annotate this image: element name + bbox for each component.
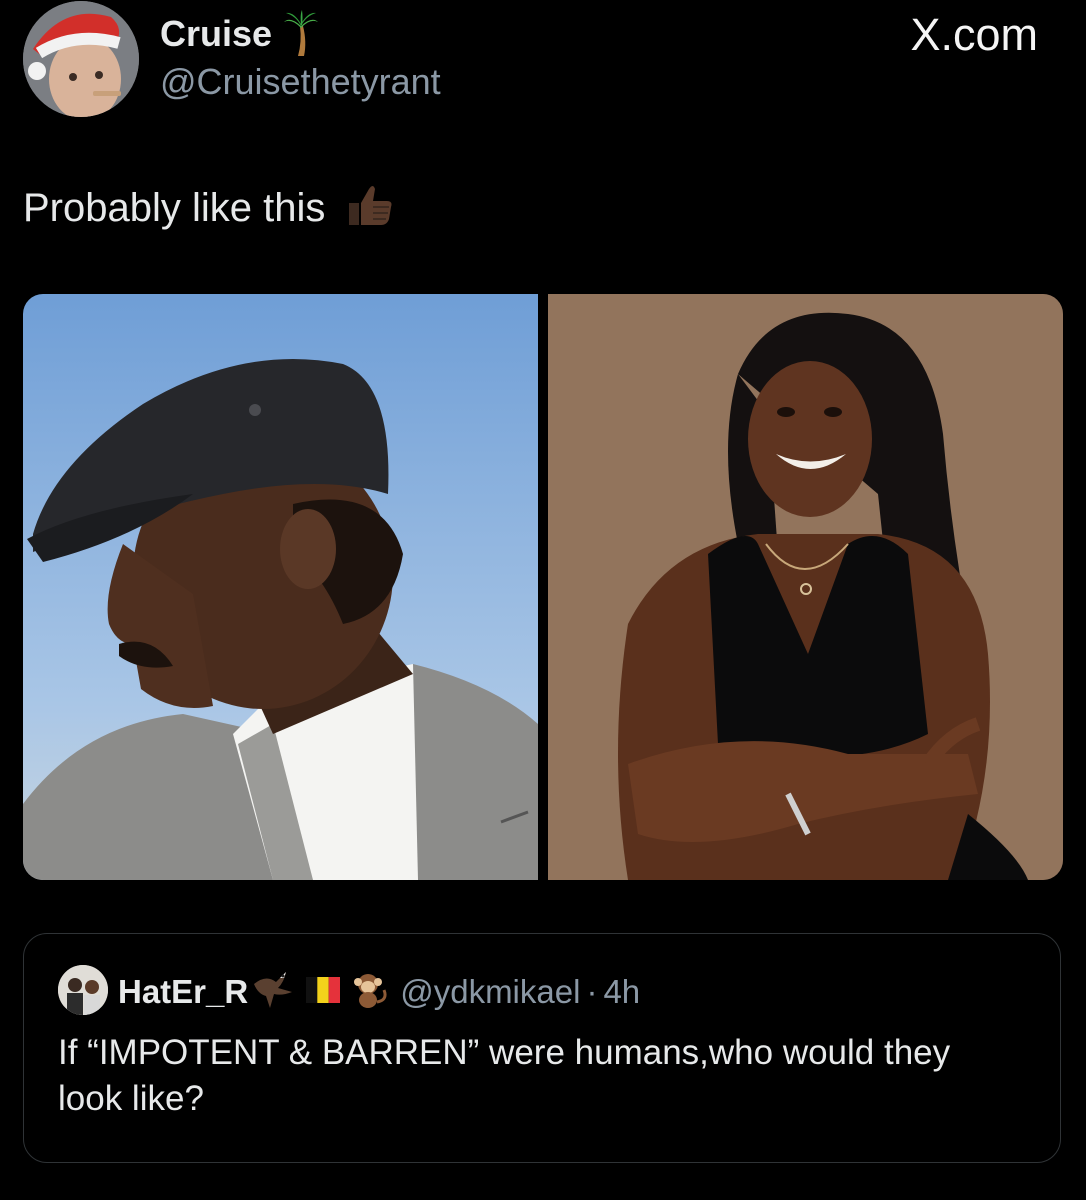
tweet-text: Probably like this	[23, 184, 395, 232]
photo-woman-black-top[interactable]	[548, 294, 1063, 880]
tweet-media-grid[interactable]	[23, 294, 1063, 880]
author-avatar[interactable]	[23, 1, 139, 117]
eagle-icon	[252, 968, 296, 1017]
quote-separator: ·	[586, 973, 598, 1010]
quote-timestamp[interactable]: 4h	[603, 973, 640, 1011]
tweet-text-content: Probably like this	[23, 186, 326, 230]
quote-author-handle[interactable]: @ydkmikael	[400, 973, 580, 1011]
quote-author-name[interactable]: HatEr_R	[118, 973, 248, 1011]
x-com-watermark: X.com	[910, 9, 1038, 60]
quote-header: HatEr_R @ydkmikael · 4h	[118, 970, 640, 1014]
belgium-flag-icon	[306, 976, 341, 1008]
quote-text: If “IMPOTENT & BARREN” were humans,who w…	[58, 1033, 951, 1118]
quote-author-avatar[interactable]	[58, 965, 108, 1015]
author-handle[interactable]: @Cruisethetyrant	[160, 60, 441, 104]
photo-man-flat-cap[interactable]	[23, 294, 538, 880]
author-name[interactable]: Cruise	[160, 12, 272, 56]
monkey-icon	[350, 970, 390, 1015]
palm-tree-icon	[284, 10, 318, 58]
quoted-tweet-card[interactable]: HatEr_R @ydkmikael · 4h If “IMPOTENT & B…	[23, 933, 1061, 1163]
thumbs-up-icon	[343, 179, 395, 231]
